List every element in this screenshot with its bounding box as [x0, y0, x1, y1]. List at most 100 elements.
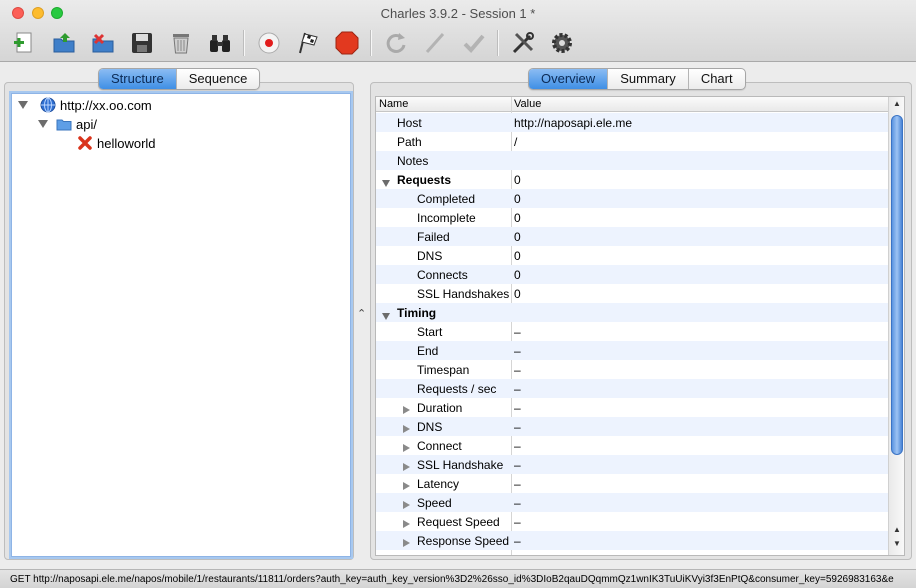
- table-row[interactable]: Incomplete 0: [376, 208, 888, 227]
- tools-icon[interactable]: [508, 28, 538, 58]
- column-header-name[interactable]: Name: [379, 98, 408, 110]
- tab-overview[interactable]: Overview: [529, 69, 608, 89]
- row-value: –: [514, 515, 521, 529]
- title-bar: Charles 3.9.2 - Session 1 *: [0, 0, 916, 62]
- tree-node-folder[interactable]: api/: [38, 115, 97, 133]
- row-name: Timespan: [417, 363, 470, 377]
- record-icon[interactable]: [254, 28, 284, 58]
- tree-node-host[interactable]: http://xx.oo.com: [18, 96, 152, 114]
- vertical-scrollbar[interactable]: ▲ ▲ ▼: [888, 97, 904, 555]
- collapse-toggle-icon[interactable]: [382, 176, 390, 190]
- right-view-tabs: Overview Summary Chart: [528, 68, 746, 90]
- toolbar: [0, 28, 916, 58]
- row-name: Path: [397, 135, 422, 149]
- tab-summary[interactable]: Summary: [607, 69, 688, 89]
- expand-toggle-icon[interactable]: [403, 403, 410, 417]
- repeat-icon[interactable]: [381, 28, 411, 58]
- table-row[interactable]: Completed 0: [376, 189, 888, 208]
- row-value: 0: [514, 268, 521, 282]
- row-name: Request Speed: [417, 515, 500, 529]
- scroll-up-icon[interactable]: ▲: [893, 525, 901, 534]
- row-value: –: [514, 534, 521, 548]
- column-header-value[interactable]: Value: [514, 98, 541, 110]
- tab-structure[interactable]: Structure: [99, 69, 176, 89]
- scroll-down-icon[interactable]: ▼: [893, 539, 901, 548]
- table-row[interactable]: DNS –: [376, 417, 888, 436]
- expand-toggle-icon[interactable]: [403, 517, 410, 531]
- overview-table: Name Value Host http://naposapi.ele.me Pat…: [375, 96, 905, 556]
- table-row[interactable]: Latency –: [376, 474, 888, 493]
- row-name: Incomplete: [417, 211, 476, 225]
- close-session-icon[interactable]: [88, 28, 118, 58]
- row-name: Notes: [397, 154, 429, 168]
- scrollbar-thumb[interactable]: [891, 115, 903, 455]
- expand-toggle-icon[interactable]: [18, 101, 28, 109]
- expand-toggle-icon[interactable]: [403, 422, 410, 436]
- table-row[interactable]: Requests 0: [376, 170, 888, 189]
- expand-toggle-icon[interactable]: [403, 441, 410, 455]
- table-row[interactable]: Speed –: [376, 493, 888, 512]
- row-value: /: [514, 135, 518, 149]
- table-row[interactable]: Requests / sec –: [376, 379, 888, 398]
- row-name: Speed: [417, 496, 452, 510]
- table-row[interactable]: Request Speed –: [376, 512, 888, 531]
- table-row[interactable]: Connect –: [376, 436, 888, 455]
- expand-toggle-icon[interactable]: [403, 498, 410, 512]
- settings-gear-icon[interactable]: [547, 28, 577, 58]
- row-name: Duration: [417, 401, 463, 415]
- row-name: Connect: [417, 439, 462, 453]
- row-value: –: [514, 382, 521, 396]
- split-collapse-icon[interactable]: ⌃: [357, 307, 366, 320]
- new-session-icon[interactable]: [10, 28, 40, 58]
- table-row[interactable]: Failed 0: [376, 227, 888, 246]
- row-value: –: [514, 363, 521, 377]
- binoculars-icon[interactable]: [205, 28, 235, 58]
- tab-chart[interactable]: Chart: [687, 69, 745, 89]
- table-row[interactable]: Connects 0: [376, 265, 888, 284]
- row-value: http://naposapi.ele.me: [514, 116, 633, 130]
- table-row[interactable]: Response Speed –: [376, 531, 888, 550]
- row-value: –: [514, 420, 521, 434]
- row-value: 0: [514, 249, 521, 263]
- table-row[interactable]: Timing: [376, 303, 888, 322]
- throttle-flag-icon[interactable]: [293, 28, 323, 58]
- table-row[interactable]: SSL Handshake –: [376, 455, 888, 474]
- expand-toggle-icon[interactable]: [403, 536, 410, 550]
- table-row[interactable]: DNS 0: [376, 246, 888, 265]
- stop-icon[interactable]: [332, 28, 362, 58]
- window-title: Charles 3.9.2 - Session 1 *: [380, 6, 536, 21]
- trash-icon[interactable]: [166, 28, 196, 58]
- table-row[interactable]: End –: [376, 341, 888, 360]
- row-name: SSL Handshake: [417, 458, 504, 472]
- row-name: Failed: [417, 230, 450, 244]
- edit-icon[interactable]: [420, 28, 450, 58]
- collapse-toggle-icon[interactable]: [382, 309, 390, 323]
- open-session-icon[interactable]: [49, 28, 79, 58]
- expand-toggle-icon[interactable]: [403, 479, 410, 493]
- table-row[interactable]: Host http://naposapi.ele.me: [376, 113, 888, 132]
- folder-icon: [56, 119, 72, 131]
- save-icon[interactable]: [127, 28, 157, 58]
- table-row[interactable]: Notes: [376, 151, 888, 170]
- tab-sequence[interactable]: Sequence: [175, 69, 260, 89]
- row-name: Timing: [397, 306, 437, 320]
- expand-toggle-icon[interactable]: [403, 460, 410, 474]
- expand-toggle-icon[interactable]: [38, 120, 48, 128]
- table-row[interactable]: Start –: [376, 322, 888, 341]
- scroll-up-icon[interactable]: ▲: [893, 99, 901, 108]
- table-row[interactable]: Timespan –: [376, 360, 888, 379]
- table-row[interactable]: Duration –: [376, 398, 888, 417]
- table-row[interactable]: Path /: [376, 132, 888, 151]
- left-view-tabs: Structure Sequence: [98, 68, 261, 90]
- row-name: DNS: [417, 249, 443, 263]
- table-row[interactable]: SSL Handshakes 0: [376, 284, 888, 303]
- row-value: –: [514, 344, 521, 358]
- tree-folder-label: api/: [76, 116, 97, 132]
- row-value: –: [514, 496, 521, 510]
- row-name: End: [417, 344, 439, 358]
- row-value: –: [514, 477, 521, 491]
- validate-check-icon[interactable]: [459, 28, 489, 58]
- row-value: –: [514, 401, 521, 415]
- row-value: –: [514, 439, 521, 453]
- tree-node-request[interactable]: helloworld: [78, 134, 156, 152]
